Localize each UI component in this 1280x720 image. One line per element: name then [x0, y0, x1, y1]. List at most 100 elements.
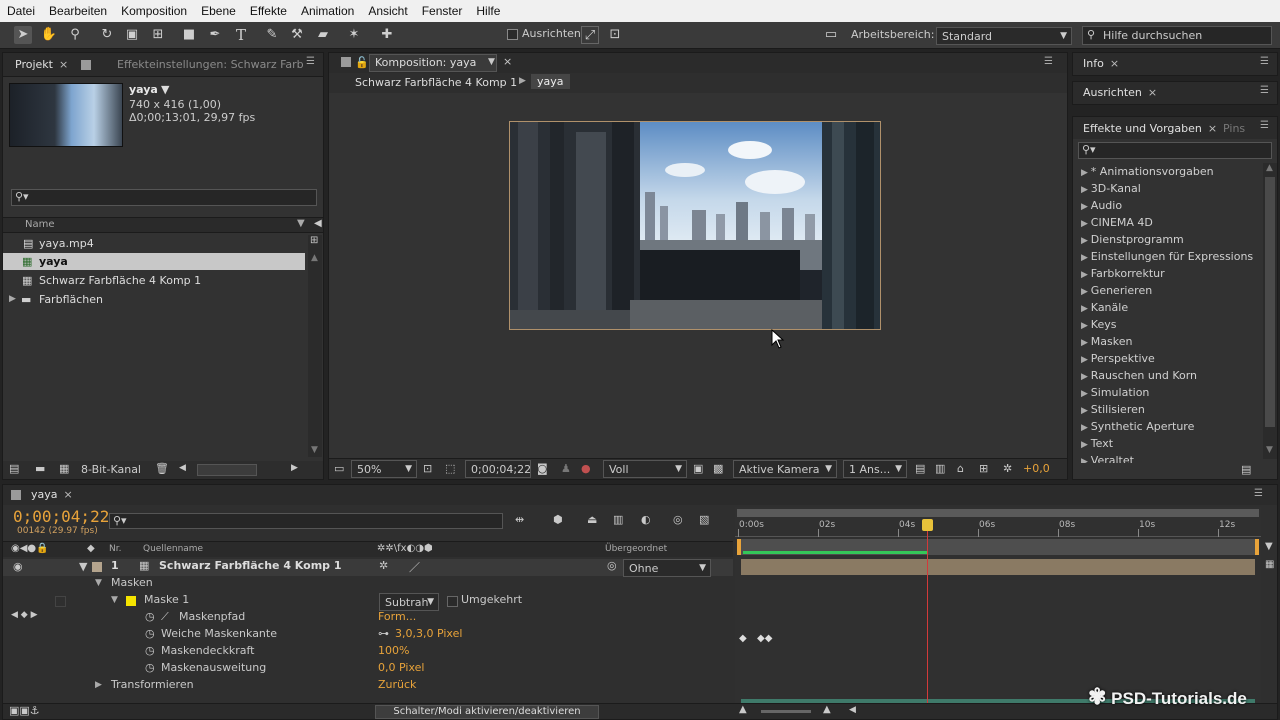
transform-row[interactable]: ▶ Transformieren Zurück: [3, 678, 733, 695]
interpret-footage-icon[interactable]: ▤: [9, 462, 19, 475]
roto-brush-tool-icon[interactable]: ✶: [345, 26, 363, 44]
timeline-icon[interactable]: ⌂: [957, 462, 964, 475]
effect-category[interactable]: ▶ Dienstprogramm: [1081, 231, 1184, 248]
mask1-label[interactable]: Maske 1: [144, 593, 189, 606]
effects-search-input[interactable]: ⚲▾: [1078, 142, 1272, 159]
camera-tool-icon[interactable]: ▣: [123, 26, 141, 44]
tab-pinsel[interactable]: Pins: [1215, 119, 1253, 139]
mask-lock-checkbox[interactable]: [55, 596, 66, 607]
color-channels-icon[interactable]: ●: [581, 462, 591, 475]
draft-3d-icon[interactable]: ⬢: [553, 513, 563, 526]
keyframe-icon[interactable]: ◆: [739, 633, 747, 644]
effect-category[interactable]: ▶ Perspektive: [1081, 350, 1155, 367]
keyframe-icon[interactable]: ◆◆: [757, 633, 772, 644]
expand-icon[interactable]: ▶: [1081, 406, 1091, 416]
bit-depth-label[interactable]: 8-Bit-Kanal: [81, 463, 141, 476]
scroll-up-icon[interactable]: ▼: [1265, 541, 1273, 552]
views-select[interactable]: 1 Ans... ▼: [843, 460, 907, 478]
effect-category[interactable]: ▶ Stilisieren: [1081, 401, 1145, 418]
project-search-input[interactable]: ⚲▾: [11, 189, 317, 206]
property-value[interactable]: 0,0 Pixel: [378, 661, 424, 674]
effect-category[interactable]: ▶ 3D-Kanal: [1081, 180, 1141, 197]
tab-ausrichten[interactable]: Ausrichten ×: [1075, 83, 1165, 103]
project-item-selected[interactable]: ▦ yaya: [3, 253, 305, 270]
tab-effekte-vorgaben[interactable]: Effekte und Vorgaben ×: [1075, 119, 1225, 139]
timeline-scrollbar[interactable]: ▼ ▦: [1263, 541, 1277, 701]
frame-blending-icon[interactable]: ▥: [613, 513, 623, 526]
collapse-icon[interactable]: ◀: [314, 218, 322, 229]
current-timecode[interactable]: 0;00;04;22: [13, 507, 109, 526]
clone-stamp-tool-icon[interactable]: ⚒: [288, 26, 306, 44]
tab-komposition[interactable]: Komposition: yaya ▼: [369, 54, 497, 72]
menu-bearbeiten[interactable]: Bearbeiten: [42, 0, 114, 22]
shy-switch-icon[interactable]: ✲: [379, 559, 388, 572]
safe-zones-icon[interactable]: ⊡: [423, 462, 432, 475]
panel-menu-icon[interactable]: ☰: [306, 56, 315, 67]
property-value[interactable]: 3,0,3,0 Pixel: [395, 627, 462, 640]
tab-timeline[interactable]: yaya ×: [23, 485, 81, 505]
camera-select[interactable]: Aktive Kamera ▼: [733, 460, 837, 478]
pick-whip-icon[interactable]: ◎: [607, 559, 617, 572]
scroll-right-icon[interactable]: ▶: [291, 463, 298, 473]
expand-icon[interactable]: ▶: [1081, 202, 1091, 212]
pan-behind-tool-icon[interactable]: ⊞: [149, 26, 167, 44]
menu-fenster[interactable]: Fenster: [415, 0, 470, 22]
effect-category[interactable]: ▶ Audio: [1081, 197, 1122, 214]
ausrichten-checkbox[interactable]: [507, 29, 518, 40]
effect-category[interactable]: ▶ Rauschen und Korn: [1081, 367, 1197, 384]
pen-tool-icon[interactable]: ✒: [206, 26, 224, 44]
effect-category[interactable]: ▶ Synthetic Aperture: [1081, 418, 1194, 435]
menu-animation[interactable]: Animation: [294, 0, 361, 22]
effect-category[interactable]: ▶ CINEMA 4D: [1081, 214, 1153, 231]
navigator-bar[interactable]: [737, 509, 1259, 517]
expand-icon[interactable]: ▶: [1081, 440, 1091, 450]
stopwatch-icon[interactable]: ◷: [145, 644, 155, 657]
workspace-select[interactable]: Standard ▼: [936, 27, 1072, 45]
panel-menu-icon[interactable]: ☰: [1254, 488, 1263, 499]
effect-category[interactable]: ▶ Kanäle: [1081, 299, 1128, 316]
project-item[interactable]: ▶ ▬ Farbflächen: [3, 291, 305, 308]
effect-category[interactable]: ▶ * Animationsvorgaben: [1081, 163, 1214, 180]
fast-previews-icon[interactable]: ▥: [935, 462, 945, 475]
snap-icon[interactable]: ⤢: [581, 26, 599, 44]
expand-icon[interactable]: ▶: [1081, 355, 1091, 365]
scroll-down-icon[interactable]: ▼: [1266, 445, 1273, 455]
motion-blur-icon[interactable]: ◐: [641, 513, 651, 526]
time-ruler[interactable]: 0:00s 02s 04s 06s 08s 10s 12s: [735, 519, 1261, 537]
eraser-tool-icon[interactable]: ▰: [314, 26, 332, 44]
zoom-select[interactable]: 50% ▼: [351, 460, 417, 478]
chevron-down-icon[interactable]: ▼: [488, 57, 495, 67]
expand-icon[interactable]: ▶: [1081, 321, 1091, 331]
work-area-start[interactable]: [737, 539, 741, 555]
zoom-in-icon[interactable]: ▲: [823, 704, 831, 715]
new-folder-icon[interactable]: ▬: [35, 462, 45, 475]
expand-icon[interactable]: ▼: [111, 595, 118, 605]
sort-icon[interactable]: ▼: [297, 218, 305, 229]
workspace-icon[interactable]: ▭: [820, 26, 842, 44]
tab-projekt[interactable]: Projekt ×: [7, 55, 76, 75]
hide-shy-layers-icon[interactable]: ⏏: [587, 513, 597, 526]
layer-name[interactable]: Schwarz Farbfläche 4 Komp 1: [159, 559, 342, 572]
eye-icon[interactable]: ◉: [13, 560, 23, 573]
close-icon[interactable]: ×: [503, 55, 512, 68]
playhead-handle[interactable]: [922, 519, 934, 531]
expand-icon[interactable]: ▼: [95, 578, 102, 588]
expand-icon[interactable]: ▶: [1081, 219, 1091, 229]
effects-scrollbar[interactable]: ▲ ▼: [1263, 163, 1277, 459]
layer-label-color[interactable]: [92, 562, 102, 572]
project-item[interactable]: ▤ yaya.mp4: [3, 235, 305, 252]
project-item[interactable]: ▦ Schwarz Farbfläche 4 Komp 1: [3, 272, 305, 289]
rotate-tool-icon[interactable]: ↻: [98, 26, 116, 44]
show-snapshot-icon[interactable]: ♟: [561, 462, 571, 475]
expand-icon[interactable]: ▶: [1081, 270, 1091, 280]
preview-dropdown-icon[interactable]: ▼: [161, 83, 169, 96]
expand-icon[interactable]: ▼: [79, 560, 87, 573]
property-row[interactable]: ◷ Weiche Maskenkante ⊶ 3,0,3,0 Pixel: [3, 627, 733, 644]
effect-category[interactable]: ▶ Masken: [1081, 333, 1132, 350]
property-row[interactable]: ◀ ◆ ▶ ◷ ⟋ Maskenpfad Form...: [3, 610, 733, 627]
timeline-search-input[interactable]: ⚲▾: [109, 513, 503, 529]
toggle-switches-modes-button[interactable]: Schalter/Modi aktivieren/deaktivieren: [375, 705, 599, 719]
column-name[interactable]: Name: [25, 219, 55, 230]
scroll-up-icon[interactable]: ▲: [1266, 163, 1273, 173]
menu-komposition[interactable]: Komposition: [114, 0, 194, 22]
